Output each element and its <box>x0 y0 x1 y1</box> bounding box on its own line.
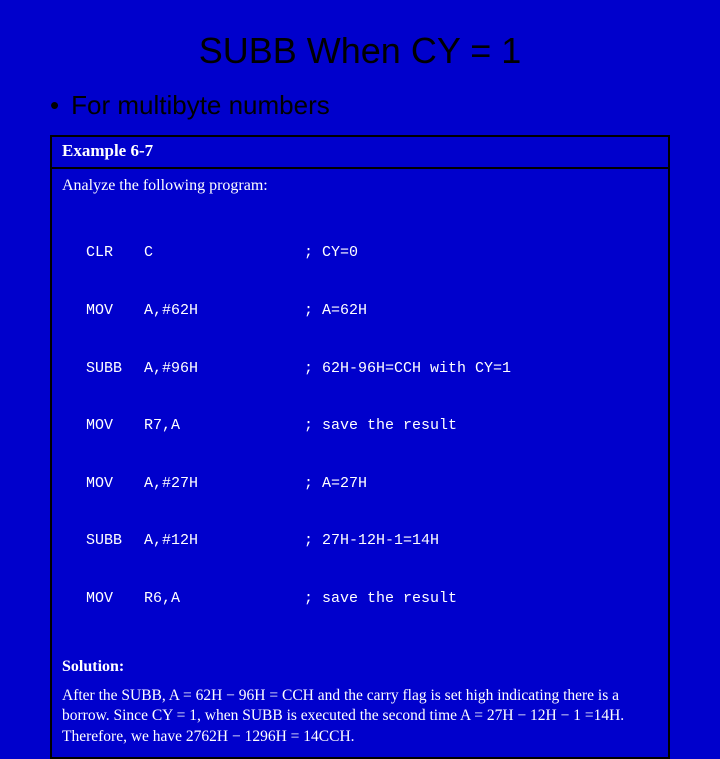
mnemonic: SUBB <box>86 531 144 550</box>
bullet-text: For multibyte numbers <box>71 90 330 120</box>
mnemonic: MOV <box>86 301 144 320</box>
code-line: MOVA,#27H; A=27H <box>86 474 658 493</box>
operands: A,#12H <box>144 531 304 550</box>
solution-text: After the SUBB, A = 62H − 96H = CCH and … <box>62 686 658 746</box>
example-header: Example 6-7 <box>52 137 668 169</box>
comment: ; A=62H <box>304 301 367 320</box>
code-line: SUBBA,#12H; 27H-12H-1=14H <box>86 531 658 550</box>
operands: A,#62H <box>144 301 304 320</box>
bullet-item: • For multibyte numbers <box>50 90 690 121</box>
code-line: CLRC; CY=0 <box>86 243 658 262</box>
code-line: SUBBA,#96H; 62H-96H=CCH with CY=1 <box>86 359 658 378</box>
comment: ; 27H-12H-1=14H <box>304 531 439 550</box>
analyze-prompt: Analyze the following program: <box>62 177 658 195</box>
operands: A,#27H <box>144 474 304 493</box>
code-line: MOVR7,A; save the result <box>86 416 658 435</box>
solution-label: Solution: <box>62 658 658 676</box>
comment: ; CY=0 <box>304 243 358 262</box>
example-box: Example 6-7 Analyze the following progra… <box>50 135 670 759</box>
code-block: CLRC; CY=0 MOVA,#62H; A=62H SUBBA,#96H; … <box>86 205 658 646</box>
mnemonic: SUBB <box>86 359 144 378</box>
operands: A,#96H <box>144 359 304 378</box>
mnemonic: CLR <box>86 243 144 262</box>
slide-title: SUBB When CY = 1 <box>30 30 690 72</box>
code-line: MOVR6,A; save the result <box>86 589 658 608</box>
bullet-dot-icon: • <box>50 90 59 121</box>
operands: R7,A <box>144 416 304 435</box>
code-line: MOVA,#62H; A=62H <box>86 301 658 320</box>
operands: C <box>144 243 304 262</box>
slide: SUBB When CY = 1 •For multibyte numbers … <box>0 0 720 540</box>
operands: R6,A <box>144 589 304 608</box>
mnemonic: MOV <box>86 589 144 608</box>
comment: ; save the result <box>304 416 457 435</box>
comment: ; 62H-96H=CCH with CY=1 <box>304 359 511 378</box>
example-body: Analyze the following program: CLRC; CY=… <box>52 169 668 757</box>
mnemonic: MOV <box>86 416 144 435</box>
mnemonic: MOV <box>86 474 144 493</box>
comment: ; A=27H <box>304 474 367 493</box>
comment: ; save the result <box>304 589 457 608</box>
